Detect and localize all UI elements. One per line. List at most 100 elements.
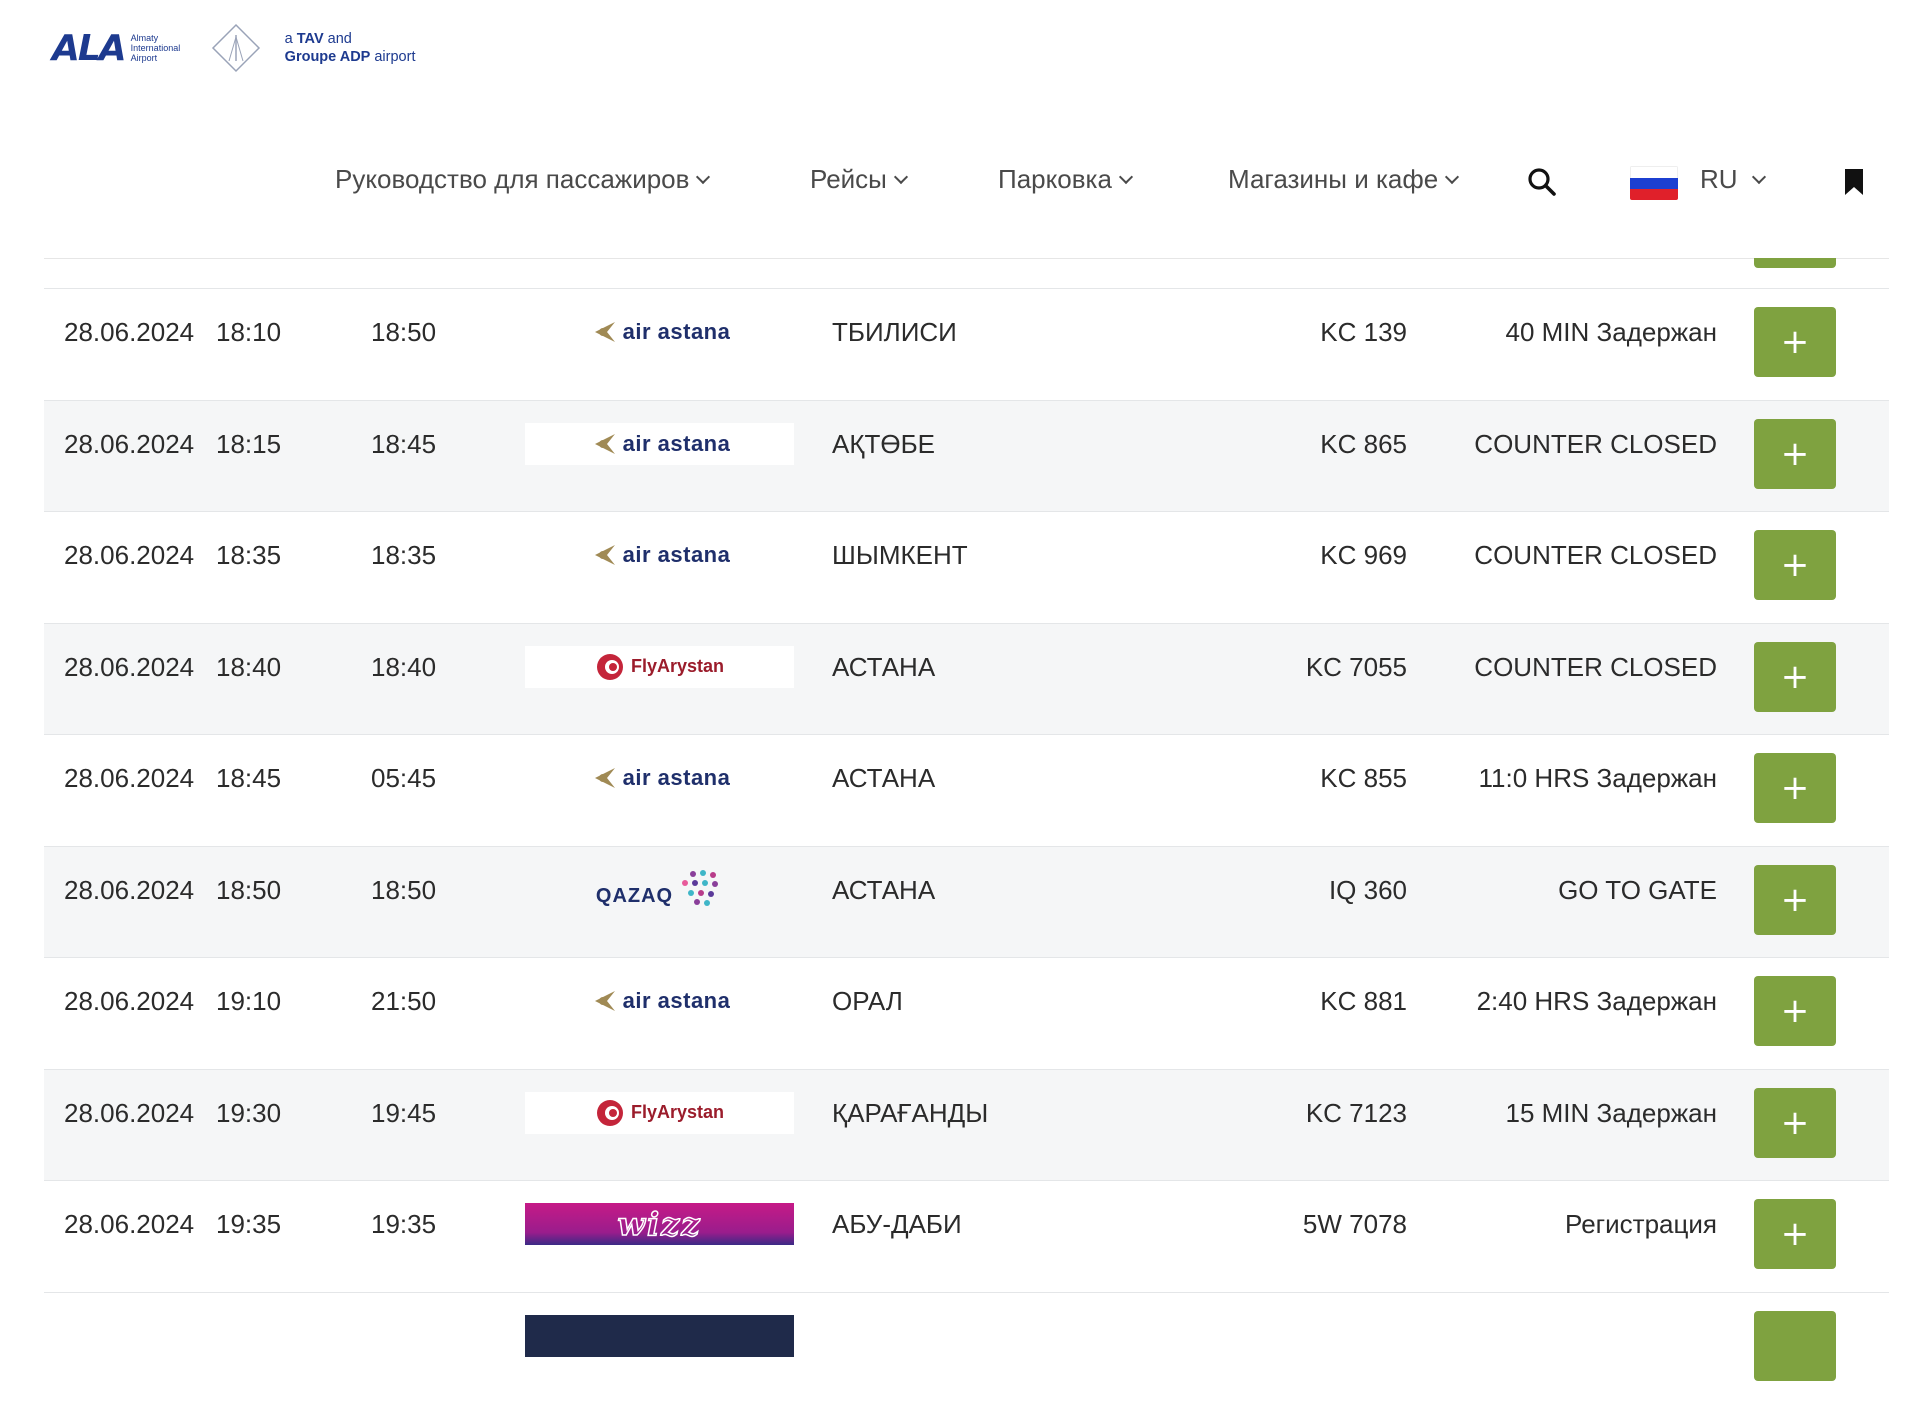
expand-details-button[interactable]: +	[1754, 753, 1836, 823]
flight-date: 28.06.2024	[64, 763, 195, 793]
ala-logo-mark: ALA	[52, 27, 127, 69]
flight-number: KC 855	[1320, 763, 1407, 793]
flight-number: KC 881	[1320, 986, 1407, 1016]
partial-details-button[interactable]	[1754, 258, 1836, 268]
estimated-time: 18:35	[371, 540, 437, 570]
destination: АСТАНА	[832, 651, 936, 682]
expand-details-button[interactable]: +	[1754, 641, 1836, 712]
tower-emblem-icon	[211, 23, 260, 73]
chevron-down-icon	[1751, 169, 1766, 184]
expand-details-button[interactable]: +	[1754, 418, 1836, 489]
destination: АҚТӨБЕ	[832, 428, 935, 459]
air-astana-bird-icon	[594, 991, 615, 1011]
flight-status: 11:0 HRS Задержан	[1478, 763, 1717, 793]
chevron-down-icon	[696, 169, 711, 184]
table-row[interactable]: 28.06.2024 18:15 18:45 air astana АҚТӨБЕ KC 8…	[44, 399, 1889, 512]
flight-number: IQ 360	[1328, 874, 1407, 905]
expand-details-button[interactable]: +	[1754, 530, 1836, 600]
airline-logo: FlyArystan	[525, 645, 794, 688]
airline-logo: wizz	[525, 1203, 794, 1245]
search-icon[interactable]	[1526, 166, 1558, 198]
flight-date: 28.06.2024	[64, 874, 195, 905]
estimated-time: 19:45	[371, 1097, 437, 1128]
russian-flag-icon[interactable]	[1630, 166, 1678, 200]
flight-status: Регистрация	[1565, 1209, 1717, 1239]
airline-logo	[525, 1314, 794, 1357]
flight-number: KC 139	[1320, 317, 1407, 347]
nav-shops-cafes[interactable]: Магазины и кафе	[1228, 164, 1460, 195]
expand-details-button[interactable]: +	[1754, 1087, 1836, 1158]
flight-date: 28.06.2024	[64, 986, 195, 1016]
estimated-time: 18:50	[371, 874, 437, 905]
flyarystan-lion-icon	[596, 1099, 623, 1126]
flight-date: 28.06.2024	[64, 1209, 195, 1239]
airline-logo: FlyArystan	[525, 1091, 794, 1134]
flight-status: GO TO GATE	[1558, 874, 1717, 905]
scheduled-time: 19:10	[216, 986, 282, 1016]
destination: АСТАНА	[832, 763, 936, 793]
nav-flights[interactable]: Рейсы	[810, 164, 908, 195]
scheduled-time: 18:35	[216, 540, 282, 570]
destination: АСТАНА	[832, 874, 936, 905]
ala-logo-subtitle: Almaty International Airport	[130, 33, 181, 63]
airline-logo: air astana	[525, 534, 794, 576]
table-row[interactable]: 28.06.2024 18:45 05:45 air astana АСТАНА KC 8…	[44, 734, 1889, 846]
table-row[interactable]: 28.06.2024 18:35 18:35 air astana ШЫМКЕНТ KC …	[44, 511, 1889, 623]
expand-details-button[interactable]	[1754, 1310, 1836, 1381]
scheduled-time: 18:50	[216, 874, 282, 905]
destination: ТБИЛИСИ	[832, 317, 957, 347]
qazaq-dots-icon	[682, 869, 719, 906]
airline-logo: air astana	[525, 422, 794, 465]
air-astana-bird-icon	[594, 433, 615, 454]
expand-details-button[interactable]: +	[1754, 864, 1836, 935]
chevron-down-icon	[1118, 169, 1134, 184]
destination: ҚАРАҒАНДЫ	[832, 1097, 989, 1128]
expand-details-button[interactable]: +	[1754, 1199, 1836, 1269]
table-row[interactable]: 28.06.2024 18:10 18:50 air astana ТБИЛИСИ KC …	[44, 288, 1889, 400]
flight-number: KC 969	[1320, 540, 1407, 570]
flight-date: 28.06.2024	[64, 317, 195, 347]
flight-date: 28.06.2024	[64, 1097, 195, 1128]
flight-number: KC 7055	[1305, 651, 1407, 682]
airline-logo: QAZAQ	[525, 869, 794, 911]
scheduled-time: 19:30	[216, 1097, 282, 1128]
scheduled-time: 18:45	[216, 763, 282, 793]
destination: ШЫМКЕНТ	[832, 540, 968, 570]
table-top-divider	[44, 258, 1889, 259]
nav-passenger-guide[interactable]: Руководство для пассажиров	[335, 164, 711, 195]
chevron-down-icon	[1445, 169, 1460, 184]
estimated-time: 18:50	[371, 317, 437, 347]
estimated-time: 19:35	[371, 1209, 437, 1239]
flight-status: 15 MIN Задержан	[1505, 1097, 1718, 1128]
tav-adp-tagline: a TAV and Groupe ADP airport	[284, 31, 416, 65]
flight-date: 28.06.2024	[64, 428, 195, 459]
table-row[interactable]: 28.06.2024 18:50 18:50 QAZAQ АСТАНА IQ 360 GO …	[44, 845, 1889, 958]
flight-status: 40 MIN Задержан	[1505, 317, 1718, 347]
table-row[interactable]: 28.06.2024 18:40 18:40 FlyArystan АСТАНА KC 7…	[44, 622, 1889, 735]
estimated-time: 18:40	[371, 651, 437, 682]
flight-status: COUNTER CLOSED	[1474, 428, 1717, 459]
flyarystan-lion-icon	[596, 653, 623, 680]
chevron-down-icon	[893, 169, 908, 184]
nav-parking[interactable]: Парковка	[998, 164, 1134, 195]
table-row[interactable]: 28.06.2024 19:35 19:35 wizz АБУ-ДАБИ 5W 7078 Р…	[44, 1180, 1889, 1292]
airline-logo: air astana	[525, 757, 794, 799]
table-row[interactable]: 28.06.2024 19:10 21:50 air astana ОРАЛ KC 881…	[44, 957, 1889, 1069]
flight-number: KC 865	[1320, 428, 1407, 459]
table-row[interactable]: 28.06.2024 19:30 19:45 FlyArystan ҚАРАҒАНДЫ K…	[44, 1068, 1889, 1181]
scheduled-time: 18:10	[216, 317, 282, 347]
scheduled-time: 18:15	[216, 428, 282, 459]
flight-number: 5W 7078	[1302, 1209, 1407, 1239]
table-row-partial	[44, 1291, 1889, 1404]
air-astana-bird-icon	[594, 768, 615, 788]
airport-logo[interactable]: ALA Almaty International Airport a TAV a…	[52, 18, 415, 78]
estimated-time: 21:50	[371, 986, 437, 1016]
expand-details-button[interactable]: +	[1754, 976, 1836, 1046]
airline-logo: air astana	[525, 311, 794, 353]
air-astana-bird-icon	[594, 322, 615, 342]
destination: ОРАЛ	[832, 986, 903, 1016]
language-selector[interactable]: RU	[1700, 164, 1766, 195]
bookmark-icon[interactable]	[1843, 168, 1865, 196]
airline-logo: air astana	[525, 980, 794, 1022]
expand-details-button[interactable]: +	[1754, 307, 1836, 377]
